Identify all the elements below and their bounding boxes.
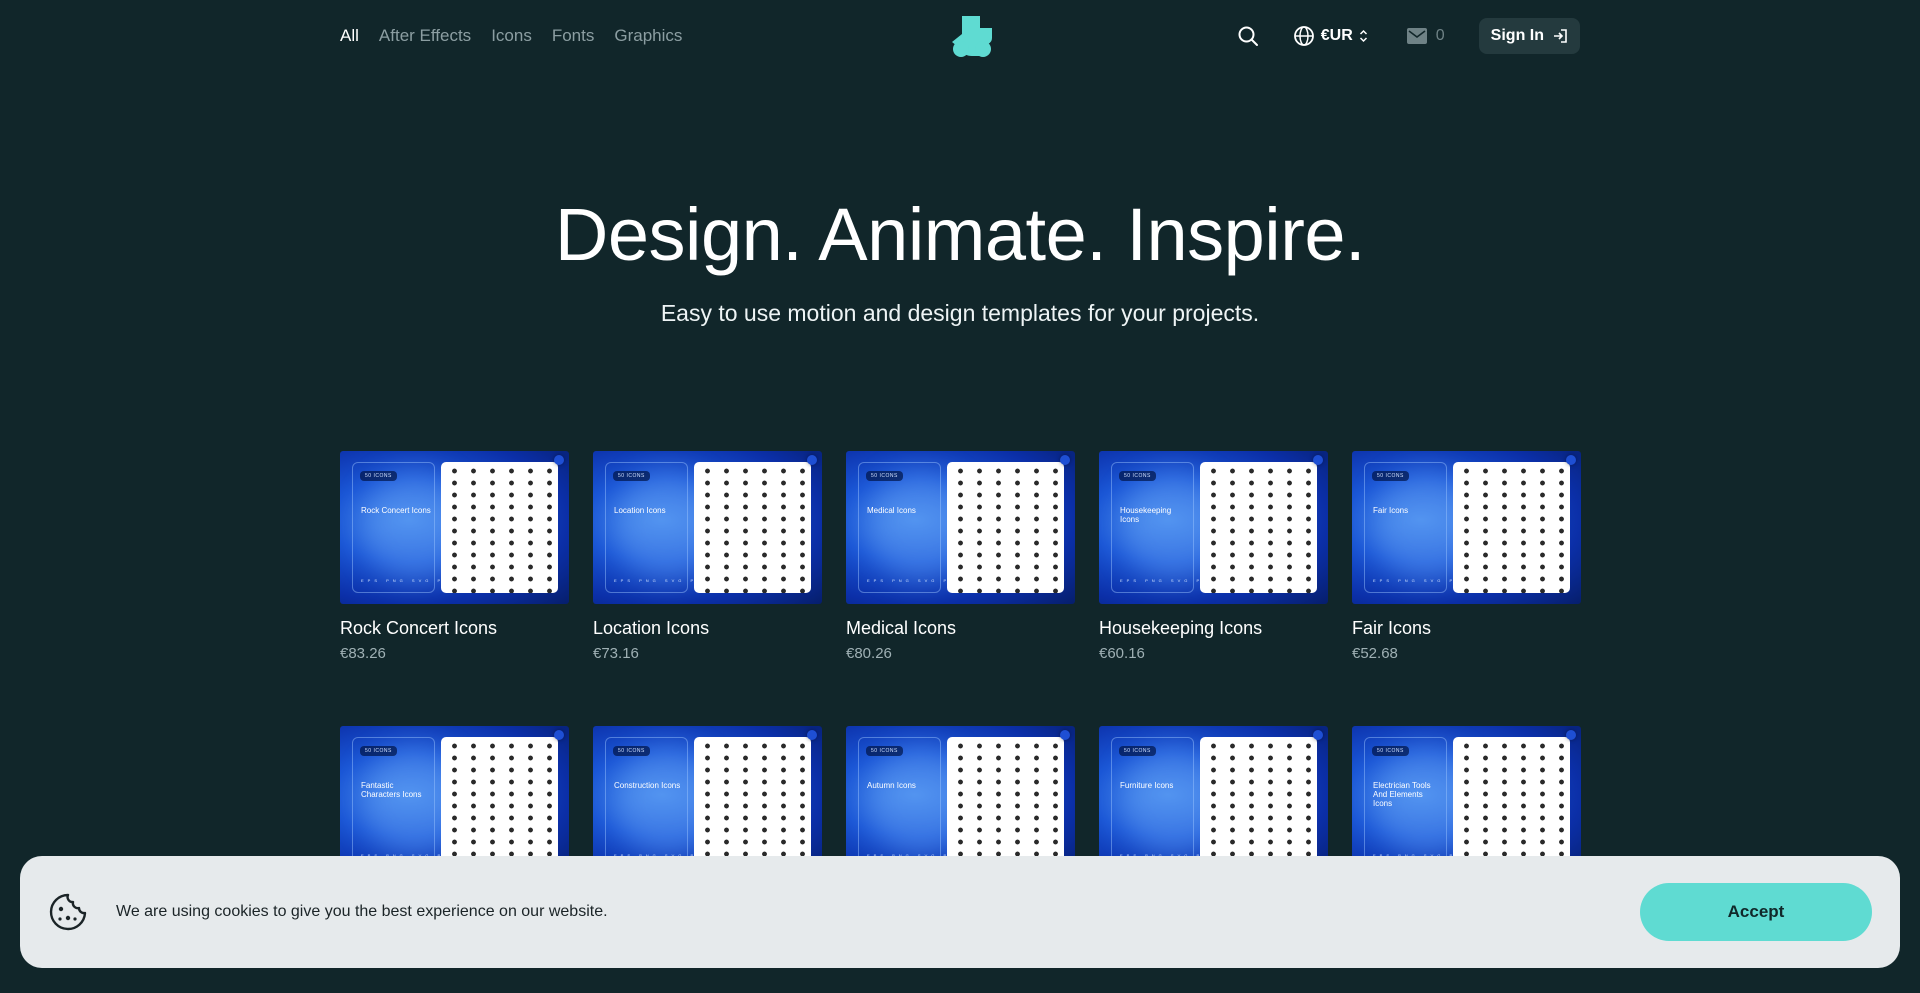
cookie-banner: We are using cookies to give you the bes…	[20, 856, 1900, 968]
sign-in-button[interactable]: Sign In	[1478, 18, 1580, 54]
product-price: €52.68	[1352, 645, 1398, 662]
product-price: €60.16	[1099, 645, 1145, 662]
icon-sheet	[947, 737, 1064, 868]
icon-sheet	[947, 462, 1064, 593]
product-name[interactable]: Medical Icons	[846, 618, 1075, 639]
chevron-updown-icon	[1359, 29, 1367, 43]
nav-item-graphics[interactable]: Graphics	[614, 26, 682, 46]
accept-label: Accept	[1727, 902, 1785, 921]
thumbnail-title: Medical Icons	[867, 506, 916, 515]
product-name[interactable]: Rock Concert Icons	[340, 618, 569, 639]
thumbnail-dot	[807, 455, 817, 465]
site-header: All After Effects Icons Fonts Graphics €…	[340, 14, 1580, 58]
thumbnail-badge: 50 ICONS	[360, 746, 397, 756]
product-grid: 50 ICONS Rock Concert Icons EPS PNG SVG …	[340, 451, 1581, 893]
product-card[interactable]: 50 ICONS Location Icons EPS PNG SVG PSD …	[593, 451, 822, 662]
thumbnail-panel	[1111, 462, 1194, 593]
thumbnail-title: Autumn Icons	[867, 781, 916, 790]
thumbnail-badge: 50 ICONS	[613, 471, 650, 481]
product-thumbnail[interactable]: 50 ICONS Rock Concert Icons EPS PNG SVG …	[340, 451, 569, 604]
thumbnail-badge: 50 ICONS	[1119, 746, 1156, 756]
product-name[interactable]: Location Icons	[593, 618, 822, 639]
product-thumbnail[interactable]: 50 ICONS Fair Icons EPS PNG SVG PSD	[1352, 451, 1581, 604]
product-card[interactable]: 50 ICONS Medical Icons EPS PNG SVG PSD M…	[846, 451, 1075, 662]
icon-sheet	[694, 462, 811, 593]
thumbnail-dot	[1060, 730, 1070, 740]
thumbnail-dot	[1060, 455, 1070, 465]
hero-subtitle: Easy to use motion and design templates …	[660, 300, 1260, 326]
cart-button[interactable]: 0	[1406, 27, 1445, 45]
thumbnail-badge: 50 ICONS	[1119, 471, 1156, 481]
thumbnail-title: Fair Icons	[1373, 506, 1409, 515]
product-thumbnail[interactable]: 50 ICONS Location Icons EPS PNG SVG PSD	[593, 451, 822, 604]
product-name[interactable]: Housekeeping Icons	[1099, 618, 1328, 639]
search-icon	[1238, 26, 1258, 46]
login-arrow-icon	[1554, 29, 1567, 43]
sign-in-label: Sign In	[1490, 27, 1544, 44]
product-price: €83.26	[340, 645, 386, 662]
thumbnail-dot	[1313, 455, 1323, 465]
thumbnail-dot	[554, 455, 564, 465]
thumbnail-panel	[352, 462, 435, 593]
icon-sheet	[1200, 462, 1317, 593]
product-thumbnail[interactable]: 50 ICONS Housekeeping Icons EPS PNG SVG …	[1099, 451, 1328, 604]
header-tools: €UR 0 Sign In	[1237, 18, 1580, 54]
currency-label: €UR	[1320, 27, 1353, 44]
thumbnail-dot	[1566, 730, 1576, 740]
search-button[interactable]	[1237, 25, 1259, 47]
product-price: €73.16	[593, 645, 639, 662]
thumbnail-badge: 50 ICONS	[360, 471, 397, 481]
thumbnail-title: Fantastic Characters Icons	[361, 781, 422, 799]
thumbnail-panel	[1111, 737, 1194, 868]
thumbnail-title: Housekeeping Icons	[1120, 506, 1172, 524]
product-card[interactable]: 50 ICONS Fair Icons EPS PNG SVG PSD Fair…	[1352, 451, 1581, 662]
thumbnail-dot	[807, 730, 817, 740]
thumbnail-dot	[554, 730, 564, 740]
thumbnail-dot	[1313, 730, 1323, 740]
nav-item-icons[interactable]: Icons	[491, 26, 532, 46]
cookie-text: We are using cookies to give you the bes…	[116, 903, 608, 920]
cart-count: 0	[1435, 27, 1445, 44]
thumbnail-panel	[605, 462, 688, 593]
icon-sheet	[1200, 737, 1317, 868]
nav-item-all[interactable]: All	[340, 26, 359, 46]
thumbnail-badge: 50 ICONS	[1372, 471, 1409, 481]
product-thumbnail[interactable]: 50 ICONS Medical Icons EPS PNG SVG PSD	[846, 451, 1075, 604]
currency-selector[interactable]: €UR	[1293, 25, 1368, 47]
icon-sheet	[694, 737, 811, 868]
thumbnail-title: Furniture Icons	[1120, 781, 1174, 790]
icon-sheet	[441, 462, 558, 593]
thumbnail-title: Rock Concert Icons	[361, 506, 431, 515]
thumbnail-badge: 50 ICONS	[866, 746, 903, 756]
accept-cookies-button[interactable]: Accept	[1640, 883, 1872, 941]
product-name[interactable]: Fair Icons	[1352, 618, 1581, 639]
thumbnail-panel	[605, 737, 688, 868]
thumbnail-badge: 50 ICONS	[1372, 746, 1409, 756]
product-card[interactable]: 50 ICONS Rock Concert Icons EPS PNG SVG …	[340, 451, 569, 662]
nav-item-after-effects[interactable]: After Effects	[379, 26, 471, 46]
thumbnail-panel	[858, 737, 941, 868]
cookie-icon	[49, 893, 87, 931]
thumbnail-title: Construction Icons	[614, 781, 681, 790]
icon-sheet	[1453, 737, 1570, 868]
hero-title: Design. Animate. Inspire.	[554, 193, 1366, 276]
thumbnail-panel	[352, 737, 435, 868]
thumbnail-panel	[858, 462, 941, 593]
thumbnail-badge: 50 ICONS	[866, 471, 903, 481]
product-card[interactable]: 50 ICONS Housekeeping Icons EPS PNG SVG …	[1099, 451, 1328, 662]
thumbnail-title: Electrician Tools And Elements Icons	[1373, 781, 1431, 808]
category-nav: All After Effects Icons Fonts Graphics	[340, 26, 682, 46]
icon-sheet	[441, 737, 558, 868]
icon-sheet	[1453, 462, 1570, 593]
brand-logo-icon[interactable]	[950, 14, 994, 58]
cart-icon	[1406, 28, 1427, 44]
product-price: €80.26	[846, 645, 892, 662]
thumbnail-badge: 50 ICONS	[613, 746, 650, 756]
thumbnail-panel	[1364, 462, 1447, 593]
globe-icon	[1293, 26, 1314, 46]
nav-item-fonts[interactable]: Fonts	[552, 26, 595, 46]
thumbnail-title: Location Icons	[614, 506, 666, 515]
thumbnail-dot	[1566, 455, 1576, 465]
